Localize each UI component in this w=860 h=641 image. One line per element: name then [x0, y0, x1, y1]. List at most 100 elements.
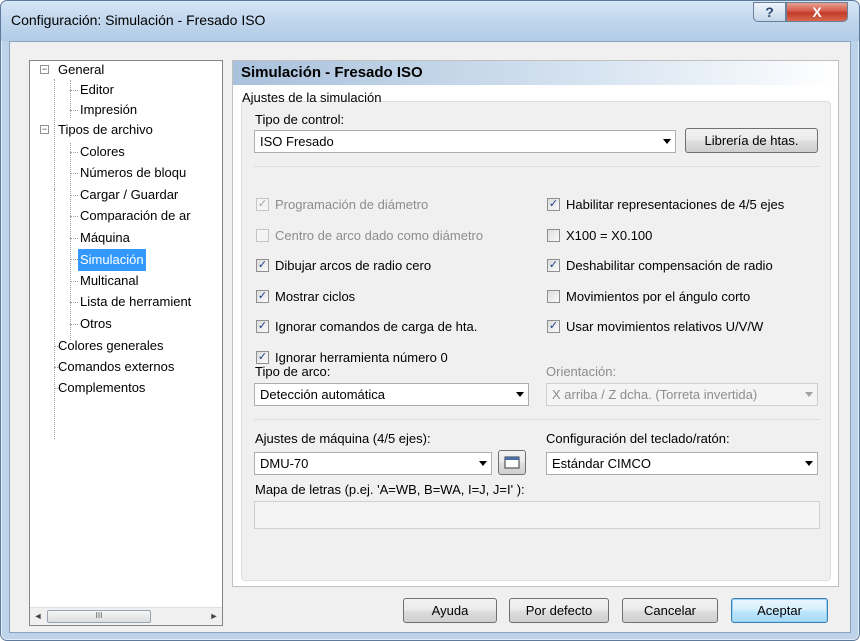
tree-horizontal-scrollbar[interactable]: ◄ III ►: [30, 607, 222, 625]
orientation-value: X arriba / Z dcha. (Torreta invertida): [552, 387, 758, 402]
group-title: Ajustes de la simulación: [242, 90, 382, 105]
window-title: Configuración: Simulación - Fresado ISO: [11, 12, 266, 28]
tree-item-label: Máquina: [80, 230, 130, 245]
tree-connector: [70, 152, 78, 153]
tree-connector: [70, 80, 71, 118]
accept-button[interactable]: Aceptar: [731, 598, 828, 623]
panel-title: Simulación - Fresado ISO: [233, 61, 838, 85]
machine-select[interactable]: DMU-70: [254, 452, 492, 475]
checkmark-icon[interactable]: ✓: [256, 320, 269, 333]
control-type-value: ISO Fresado: [260, 134, 334, 149]
checkbox-label: Usar movimientos relativos U/V/W: [566, 319, 764, 334]
tree-item-label: Comandos externos: [58, 359, 175, 374]
checkmark-icon[interactable]: ✓: [547, 320, 560, 333]
close-button[interactable]: X: [786, 2, 848, 22]
dialog-window: Configuración: Simulación - Fresado ISO …: [0, 0, 860, 641]
cancel-button[interactable]: Cancelar: [622, 598, 718, 623]
tree-connector: [70, 195, 78, 196]
tree-item-label: Números de bloqu: [80, 165, 187, 180]
control-type-label: Tipo de control:: [255, 112, 345, 127]
tree-connector: [70, 216, 78, 217]
divider: [254, 419, 820, 420]
checkmark-icon[interactable]: ✓: [547, 198, 560, 211]
scroll-thumb[interactable]: III: [47, 610, 151, 623]
checkmark-icon[interactable]: ✓: [256, 259, 269, 272]
tree-item-label: Complementos: [58, 380, 146, 395]
checkmark-icon[interactable]: ✓: [256, 290, 269, 303]
simulation-settings-group: Tipo de control: ISO Fresado Librería de…: [241, 101, 831, 581]
help-title-button[interactable]: ?: [753, 2, 786, 22]
letter-map-label: Mapa de letras (p.ej. 'A=WB, B=WA, I=J, …: [255, 482, 525, 497]
chevron-down-icon: [516, 392, 524, 397]
arc-type-select[interactable]: Detección automática: [254, 383, 529, 406]
checkbox-label: X100 = X0.100: [566, 228, 653, 243]
chevron-down-icon: [663, 139, 671, 144]
tree-connector: [70, 281, 78, 282]
control-type-select[interactable]: ISO Fresado: [254, 130, 676, 153]
chevron-down-icon: [805, 392, 813, 397]
tree-item-label: Colores generales: [58, 338, 164, 353]
checkmark-icon[interactable]: ✓: [547, 259, 560, 272]
tree-connector: [70, 302, 78, 303]
settings-tree[interactable]: − General Editor Impresión − Tipos de ar…: [29, 60, 223, 626]
machine-value: DMU-70: [260, 456, 309, 471]
keyboard-mouse-label: Configuración del teclado/ratón:: [546, 431, 730, 446]
scroll-right-icon[interactable]: ►: [206, 608, 222, 625]
machine-config-button[interactable]: [498, 450, 526, 475]
dialog-client: − General Editor Impresión − Tipos de ar…: [9, 41, 851, 633]
tree-connector: [54, 79, 55, 189]
tree-item-label: Multicanal: [80, 273, 139, 288]
checkbox-label: Deshabilitar compensación de radio: [566, 258, 773, 273]
defaults-button[interactable]: Por defecto: [509, 598, 609, 623]
tree-connector: [70, 173, 78, 174]
tree-item-label: Lista de herramient: [80, 294, 192, 309]
checkbox-box: [256, 229, 269, 242]
checkbox-label: Ignorar comandos de carga de hta.: [275, 319, 478, 334]
checkmark-icon: ✓: [256, 198, 269, 211]
tree-viewport: − General Editor Impresión − Tipos de ar…: [30, 61, 222, 607]
checkbox-label: Mostrar ciclos: [275, 289, 356, 304]
tree-item-label: Comparación de ar: [80, 208, 191, 223]
machine-settings-label: Ajustes de máquina (4/5 ejes):: [255, 431, 431, 446]
keyboard-mouse-select[interactable]: Estándar CIMCO: [546, 452, 818, 475]
collapse-icon[interactable]: −: [40, 65, 49, 74]
tree-connector: [70, 238, 78, 239]
arc-type-label: Tipo de arco:: [255, 364, 331, 379]
orientation-select[interactable]: X arriba / Z dcha. (Torreta invertida): [546, 383, 818, 406]
window-icon: [504, 456, 520, 469]
checkbox-box[interactable]: [547, 290, 560, 303]
tree-connector: [70, 90, 78, 91]
checkbox-box[interactable]: [547, 229, 560, 242]
tree-connector: [70, 259, 78, 260]
tree-connector: [54, 189, 55, 439]
checkbox-label: Ignorar herramienta número 0: [275, 350, 448, 365]
tree-item-label: Tipos de archivo: [58, 122, 153, 137]
tree-item-label: Colores: [80, 144, 125, 159]
checkbox-label: Programación de diámetro: [275, 197, 429, 212]
tree-item-label: General: [58, 62, 105, 77]
checkbox-label: Dibujar arcos de radio cero: [275, 258, 432, 273]
checkbox-label: Movimientos por el ángulo corto: [566, 289, 751, 304]
chevron-down-icon: [479, 461, 487, 466]
help-button[interactable]: Ayuda: [403, 598, 497, 623]
chevron-down-icon: [805, 461, 813, 466]
tree-connector: [70, 110, 78, 111]
tree-item-label: Cargar / Guardar: [80, 187, 179, 202]
checkbox-label: Habilitar representaciones de 4/5 ejes: [566, 197, 785, 212]
tree-item-label: Editor: [80, 82, 114, 97]
divider: [254, 166, 820, 167]
tree-item-label: Simulación: [78, 249, 146, 271]
scroll-left-icon[interactable]: ◄: [30, 608, 46, 625]
settings-panel: Simulación - Fresado ISO Tipo de control…: [232, 60, 839, 587]
title-bar[interactable]: Configuración: Simulación - Fresado ISO …: [1, 1, 859, 41]
tree-item-label: Otros: [80, 316, 112, 331]
checkmark-icon[interactable]: ✓: [256, 351, 269, 364]
arc-type-value: Detección automática: [260, 387, 386, 402]
tree-item-label: Impresión: [80, 102, 138, 117]
orientation-label: Orientación:: [546, 364, 617, 379]
tree-connector: [70, 324, 78, 325]
letter-map-input[interactable]: [254, 501, 820, 529]
tool-library-button[interactable]: Librería de htas.: [685, 128, 818, 153]
collapse-icon[interactable]: −: [40, 125, 49, 134]
checkbox-label: Centro de arco dado como diámetro: [275, 228, 484, 243]
